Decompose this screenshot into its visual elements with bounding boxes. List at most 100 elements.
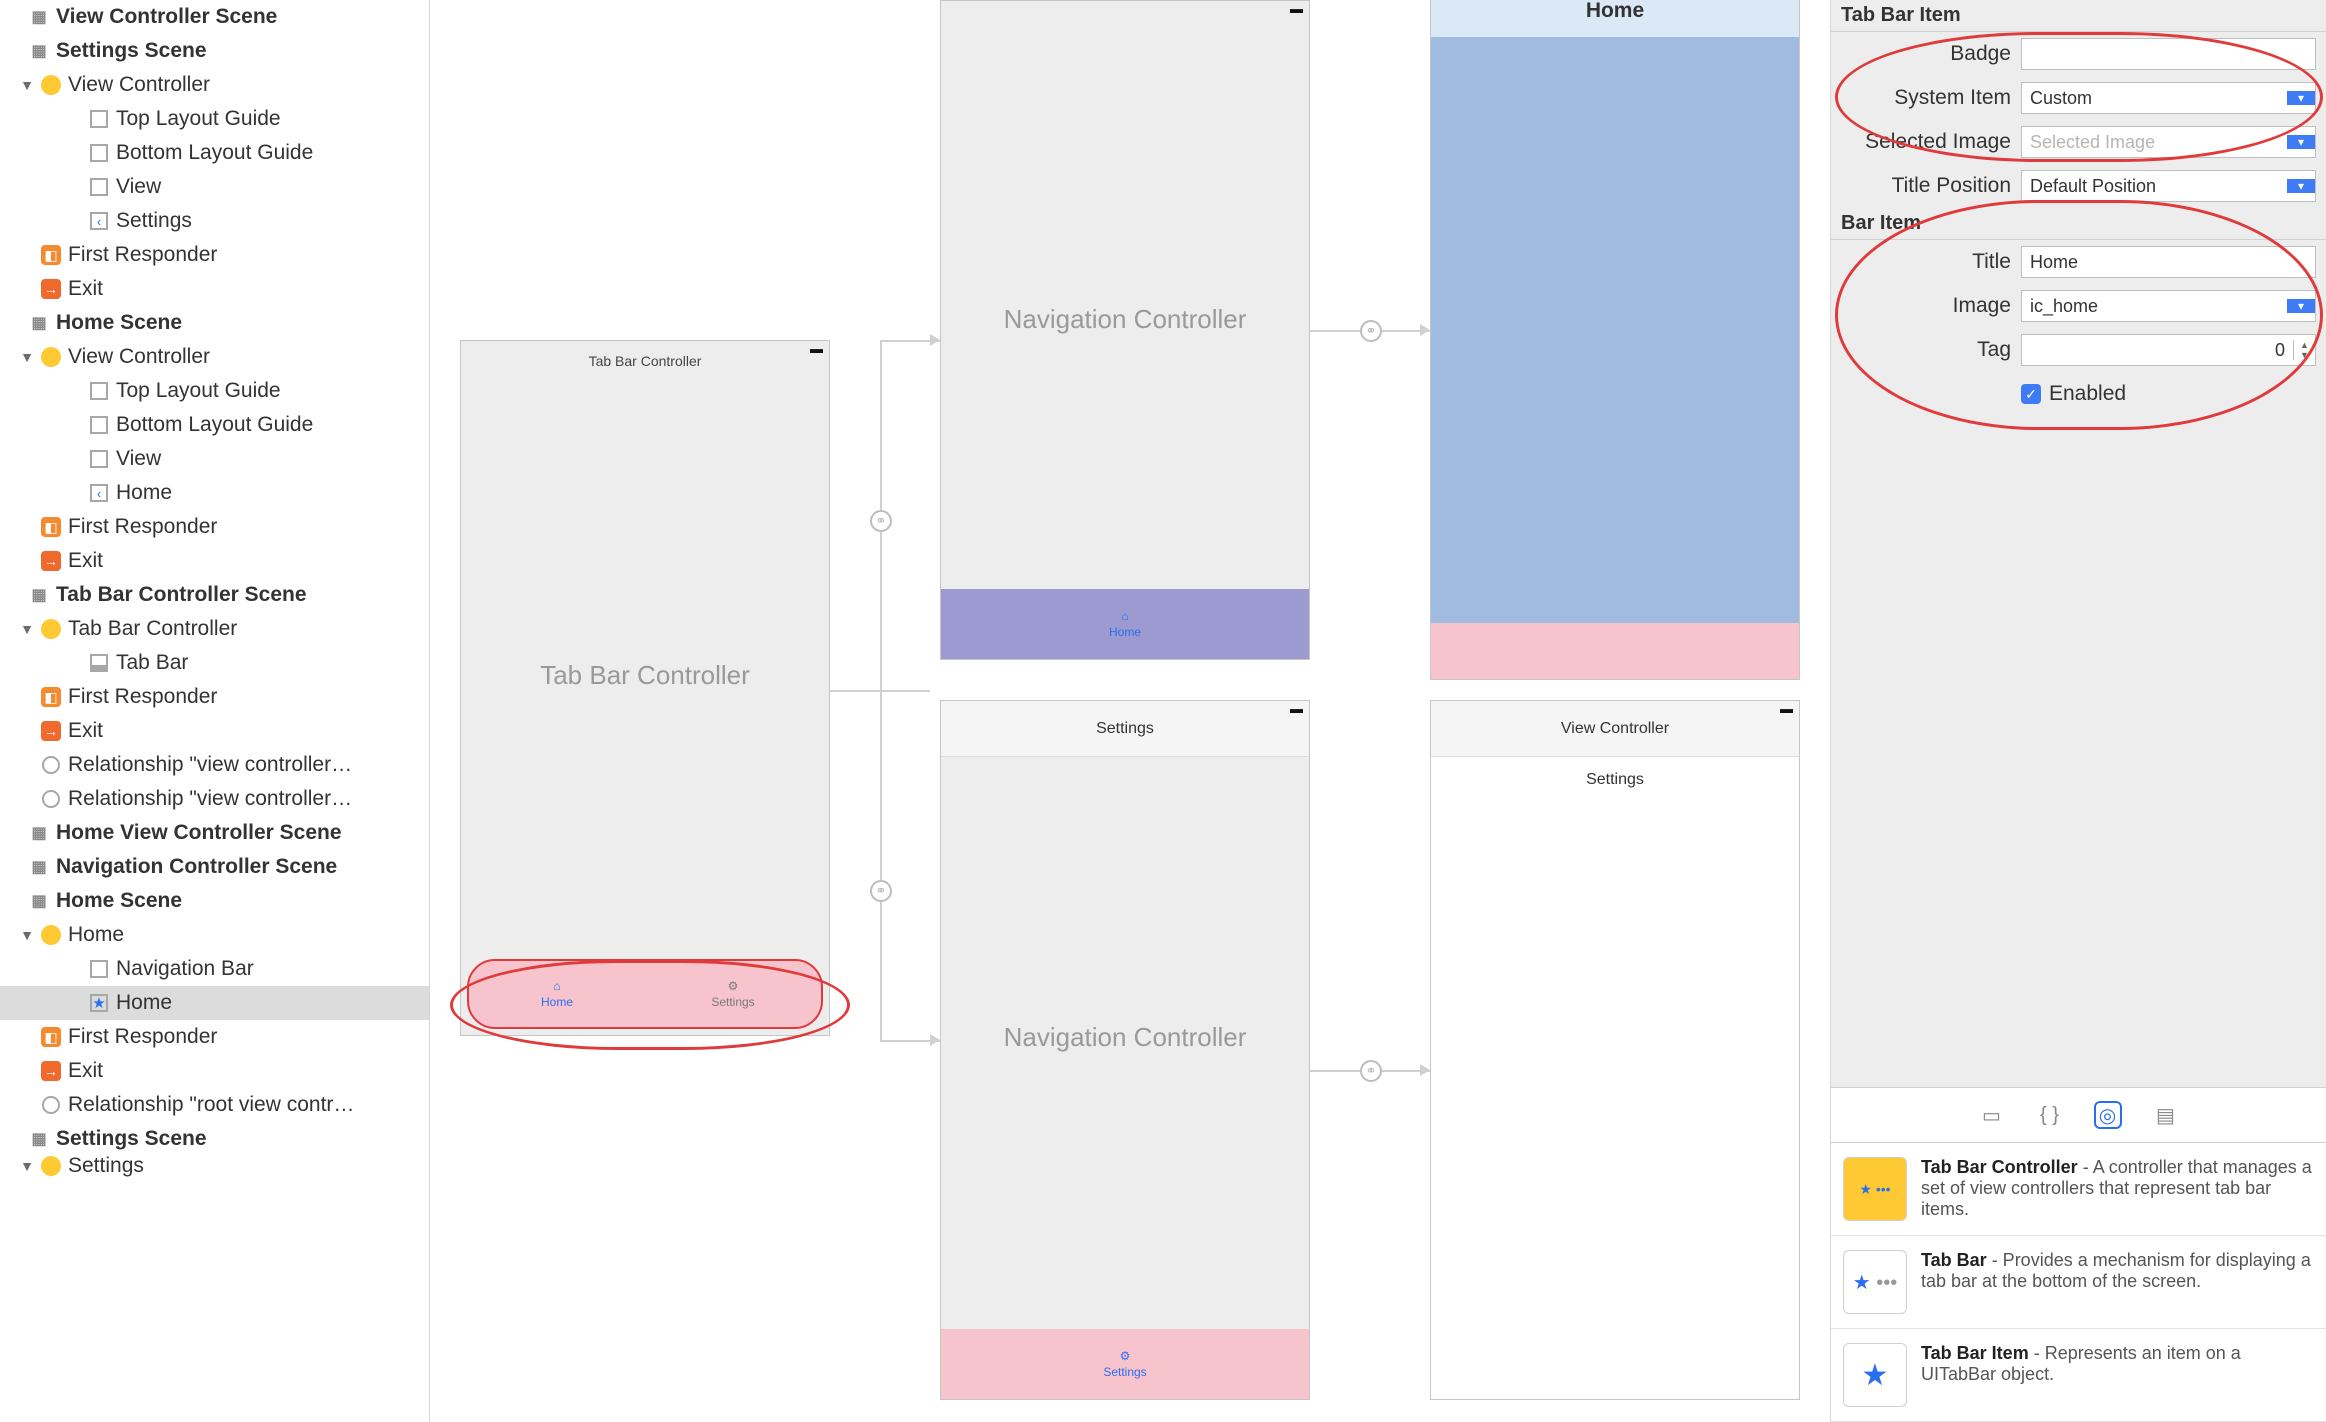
segue-link-icon[interactable]: ⚭ [1360, 1060, 1382, 1082]
navigation-controller-settings-scene[interactable]: Settings ▬ Navigation Controller ⚙ Setti… [940, 700, 1310, 1400]
tab-bar-item-settings[interactable]: ⚙ Settings [941, 1329, 1309, 1399]
outline-row[interactable]: ▦Tab Bar Controller Scene [0, 578, 429, 612]
outline-label: Top Layout Guide [116, 379, 281, 403]
outline-row[interactable]: ◧First Responder [0, 238, 429, 272]
select-placeholder: Selected Image [2022, 132, 2287, 153]
outline-row[interactable]: →Exit [0, 272, 429, 306]
outline-row[interactable]: ▦ Navigation Controller Scene [0, 850, 429, 884]
title-field[interactable] [2021, 246, 2316, 278]
segue-link-icon[interactable]: ⚭ [1360, 320, 1382, 342]
inspector-blank [1831, 416, 2326, 1087]
first-responder-icon: ◧ [40, 1026, 62, 1048]
outline-row[interactable]: →Exit [0, 544, 429, 578]
select-value: Default Position [2022, 176, 2287, 197]
outline-label: Relationship "view controller… [68, 787, 352, 811]
outline-label: First Responder [68, 243, 217, 267]
disclosure-triangle-icon[interactable]: ▼ [20, 349, 34, 365]
outline-row[interactable]: ▦Settings Scene [0, 34, 429, 68]
outline-row[interactable]: Relationship "root view contr… [0, 1088, 429, 1122]
tab-bar-item-home[interactable]: ⌂ Home [941, 589, 1309, 659]
tab-item-label: Home [1109, 625, 1141, 639]
outline-label: Navigation Controller Scene [56, 855, 337, 879]
outline-row[interactable]: View [0, 442, 429, 476]
outline-row[interactable]: Top Layout Guide [0, 102, 429, 136]
outline-row[interactable]: Relationship "view controller… [0, 782, 429, 816]
disclosure-triangle-icon[interactable]: ▼ [20, 77, 34, 93]
outline-row[interactable]: ‹Settings [0, 204, 429, 238]
outline-row[interactable]: ◧First Responder [0, 680, 429, 714]
tab-item-home[interactable]: ⌂ Home [469, 961, 645, 1027]
disclosure-triangle-icon[interactable]: ▼ [20, 1158, 34, 1174]
segue-link-icon[interactable]: ⚭ [870, 880, 892, 902]
tab-bar[interactable]: ⌂ Home ⚙ Settings [467, 959, 823, 1029]
first-responder-icon: ◧ [40, 686, 62, 708]
outline-row[interactable]: ★Home [0, 986, 429, 1020]
tab-bar-controller-scene[interactable]: Tab Bar Controller ▬ Tab Bar Controller … [460, 340, 830, 1036]
outline-row[interactable]: ▦Home Scene [0, 884, 429, 918]
outline-row[interactable]: Navigation Bar [0, 952, 429, 986]
outline-row[interactable]: View [0, 170, 429, 204]
outline-label: Home Scene [56, 889, 182, 913]
outline-row[interactable]: ▼View Controller [0, 68, 429, 102]
outline-row[interactable]: ◧First Responder [0, 510, 429, 544]
outline-row[interactable]: ▦Settings Scene [0, 1122, 429, 1156]
storyboard-canvas[interactable]: Tab Bar Controller ▬ Tab Bar Controller … [430, 0, 1830, 1422]
outline-row[interactable]: →Exit [0, 714, 429, 748]
tab-item-settings[interactable]: ⚙ Settings [645, 961, 821, 1027]
outline-row[interactable]: ▦View Controller Scene [0, 0, 429, 34]
outline-row[interactable]: ▦Home Scene [0, 306, 429, 340]
outline-label: View Controller Scene [56, 5, 277, 29]
disclosure-triangle-icon[interactable]: ▼ [20, 927, 34, 943]
title-position-select[interactable]: Default Position ▾ [2021, 170, 2316, 202]
outline-row[interactable]: ▼Settings [0, 1156, 429, 1176]
library-tab-bar[interactable]: ▭ { } ◎ ▤ [1831, 1087, 2326, 1143]
outline-row[interactable]: Bottom Layout Guide [0, 408, 429, 442]
selected-image-select[interactable]: Selected Image ▾ [2021, 126, 2316, 158]
code-snippet-icon[interactable]: { } [2036, 1101, 2064, 1129]
gear-icon: ⚙ [1120, 1349, 1131, 1363]
enabled-checkbox[interactable]: ✓ [2021, 384, 2041, 404]
outline-row[interactable]: Top Layout Guide [0, 374, 429, 408]
library-item[interactable]: ★Tab Bar Item - Represents an item on a … [1831, 1329, 2326, 1422]
library-item[interactable]: ★ •••Tab Bar Controller - A controller t… [1831, 1143, 2326, 1236]
outline-row[interactable]: →Exit [0, 1054, 429, 1088]
stepper-buttons[interactable]: ▲▼ [2293, 340, 2315, 360]
outline-label: Settings Scene [56, 1127, 207, 1151]
placeholder-label: Navigation Controller [941, 1022, 1309, 1053]
scene-icon: ▦ [28, 856, 50, 878]
library-item-text: Tab Bar Controller - A controller that m… [1921, 1157, 2314, 1221]
library-item[interactable]: ★ •••Tab Bar - Provides a mechanism for … [1831, 1236, 2326, 1329]
outline-row[interactable]: Tab Bar [0, 646, 429, 680]
outline-row[interactable]: ◧First Responder [0, 1020, 429, 1054]
outline-row[interactable]: Relationship "view controller… [0, 748, 429, 782]
view-controller-icon [40, 1155, 62, 1177]
object-library-list[interactable]: ★ •••Tab Bar Controller - A controller t… [1831, 1143, 2326, 1422]
navigation-controller-home-scene[interactable]: ▬ Navigation Controller ⌂ Home [940, 0, 1310, 660]
outline-row[interactable]: ‹Home [0, 476, 429, 510]
image-select[interactable]: ic_home ▾ [2021, 290, 2316, 322]
outline-row[interactable]: ▼Home [0, 918, 429, 952]
outline-row[interactable]: ▼View Controller [0, 340, 429, 374]
scene-icon: ▦ [28, 584, 50, 606]
attributes-inspector[interactable]: Tab Bar Item Badge System Item Custom ▾ … [1830, 0, 2326, 1422]
object-library-icon[interactable]: ◎ [2094, 1101, 2122, 1129]
home-view-controller-scene[interactable]: Home [1430, 0, 1800, 680]
tag-stepper[interactable]: 0 ▲▼ [2021, 334, 2316, 366]
view-controller-icon [40, 346, 62, 368]
outline-row[interactable]: ▦Home View Controller Scene [0, 816, 429, 850]
system-item-select[interactable]: Custom ▾ [2021, 82, 2316, 114]
outline-row[interactable]: ▼Tab Bar Controller [0, 612, 429, 646]
badge-field[interactable] [2021, 38, 2316, 70]
outline-label: Bottom Layout Guide [116, 413, 313, 437]
exit-icon: → [40, 720, 62, 742]
outline-label: Home [116, 481, 172, 505]
outline-label: Relationship "root view contr… [68, 1093, 354, 1117]
segue-link-icon[interactable]: ⚭ [870, 510, 892, 532]
settings-view-controller-scene[interactable]: View Controller Settings ▬ [1430, 700, 1800, 1400]
disclosure-triangle-icon[interactable]: ▼ [20, 621, 34, 637]
file-template-icon[interactable]: ▭ [1978, 1101, 2006, 1129]
outline-row[interactable]: Bottom Layout Guide [0, 136, 429, 170]
document-outline[interactable]: ▦View Controller Scene▦Settings Scene▼Vi… [0, 0, 430, 1422]
checkbox-label: Enabled [2049, 382, 2126, 406]
media-library-icon[interactable]: ▤ [2152, 1101, 2180, 1129]
